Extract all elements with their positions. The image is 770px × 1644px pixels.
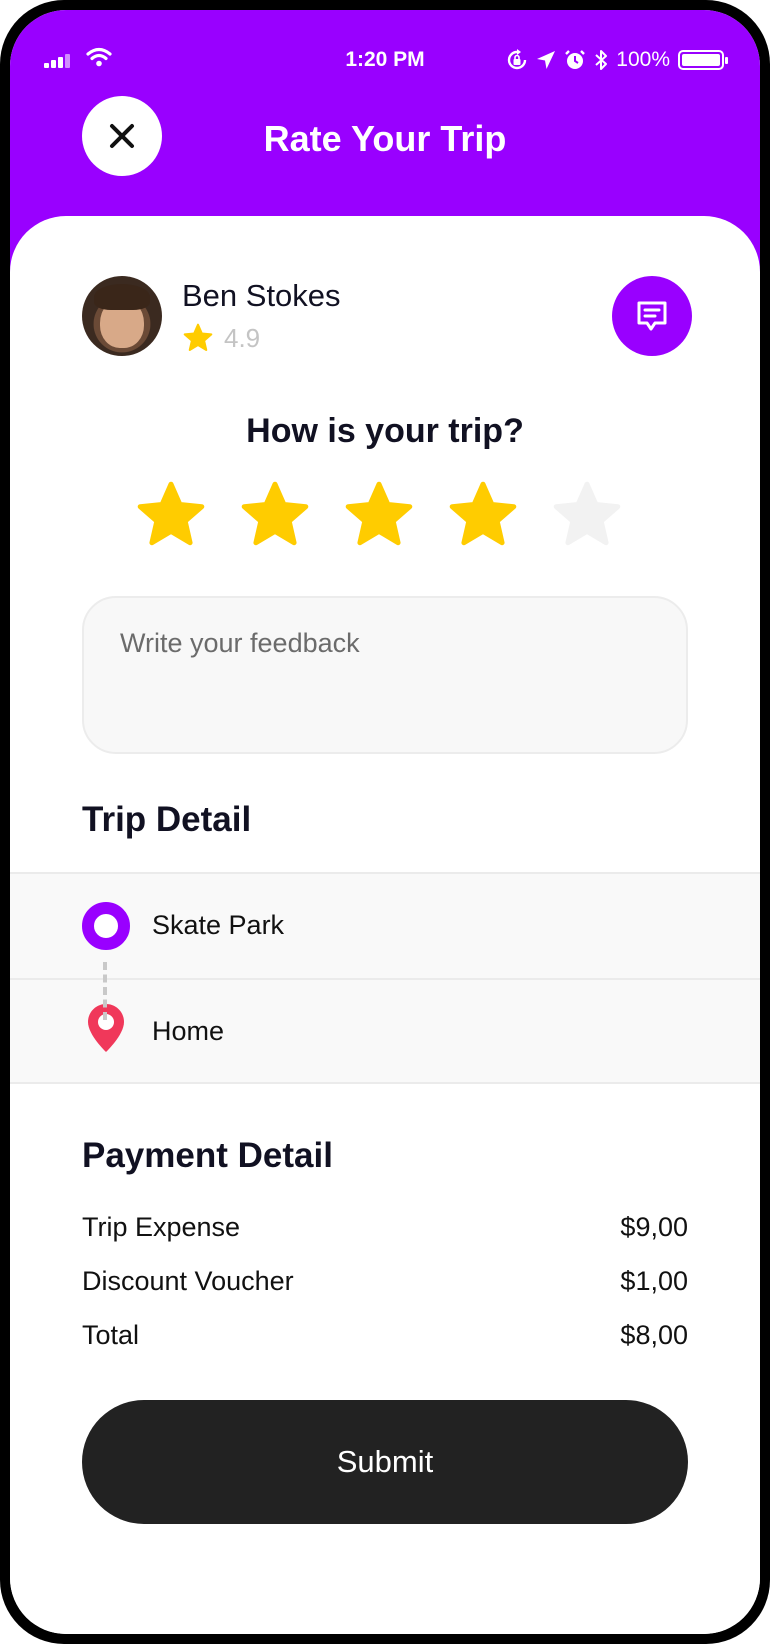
chat-icon: [637, 301, 667, 331]
trip-detail-title: Trip Detail: [82, 800, 252, 839]
location-arrow-icon: [537, 51, 556, 69]
payment-amount: $9,00: [620, 1212, 688, 1242]
payment-detail-title: Payment Detail: [82, 1136, 333, 1175]
star-icon: [183, 323, 213, 351]
submit-button[interactable]: Submit: [82, 1400, 688, 1524]
status-bar: 1:20 PM 100%: [10, 40, 760, 80]
payment-label: Trip Expense: [82, 1212, 241, 1242]
rotation-lock-icon: [508, 49, 527, 70]
trip-origin: Skate Park: [152, 910, 285, 940]
rating-star-icon[interactable]: [238, 478, 312, 552]
bluetooth-icon: [595, 50, 608, 70]
page-title: Rate Your Trip: [263, 118, 507, 159]
trip-destination-row: Home: [10, 978, 760, 1084]
rating-star-icon[interactable]: [550, 478, 624, 552]
driver-name: Ben Stokes: [182, 278, 341, 313]
rating-star-icon[interactable]: [446, 478, 520, 552]
alarm-icon: [565, 50, 586, 69]
screen: 1:20 PM 100% Rate Your Trip Ben Stokes 4…: [10, 10, 760, 1634]
rating-card: Ben Stokes 4.9 How is your trip? Tr: [10, 216, 760, 1634]
battery-percent: 100%: [616, 48, 670, 71]
trip-origin-row: Skate Park: [10, 872, 760, 978]
feedback-input[interactable]: [82, 596, 688, 754]
route-connector: [103, 962, 107, 1020]
avatar: [82, 276, 162, 356]
trip-destination: Home: [152, 1016, 225, 1046]
driver-rating-value: 4.9: [224, 322, 261, 353]
payment-label: Total: [82, 1320, 140, 1350]
battery-icon: [678, 50, 728, 70]
status-icons: 100%: [506, 44, 728, 76]
payment-amount: $8,00: [620, 1320, 688, 1350]
driver-info: Ben Stokes 4.9: [82, 276, 692, 356]
rating-stars[interactable]: [134, 478, 634, 558]
rating-star-icon[interactable]: [134, 478, 208, 552]
payment-row: Discount Voucher $1,00: [82, 1266, 688, 1297]
payment-row: Total $8,00: [82, 1320, 688, 1351]
origin-dot-icon: [82, 902, 130, 950]
payment-amount: $1,00: [620, 1266, 688, 1296]
driver-rating: 4.9: [182, 322, 260, 354]
chat-button[interactable]: [612, 276, 692, 356]
rating-star-icon[interactable]: [342, 478, 416, 552]
phone-frame: 1:20 PM 100% Rate Your Trip Ben Stokes 4…: [0, 0, 770, 1644]
payment-label: Discount Voucher: [82, 1266, 294, 1296]
payment-row: Trip Expense $9,00: [82, 1212, 688, 1243]
rating-question: How is your trip?: [246, 412, 524, 450]
